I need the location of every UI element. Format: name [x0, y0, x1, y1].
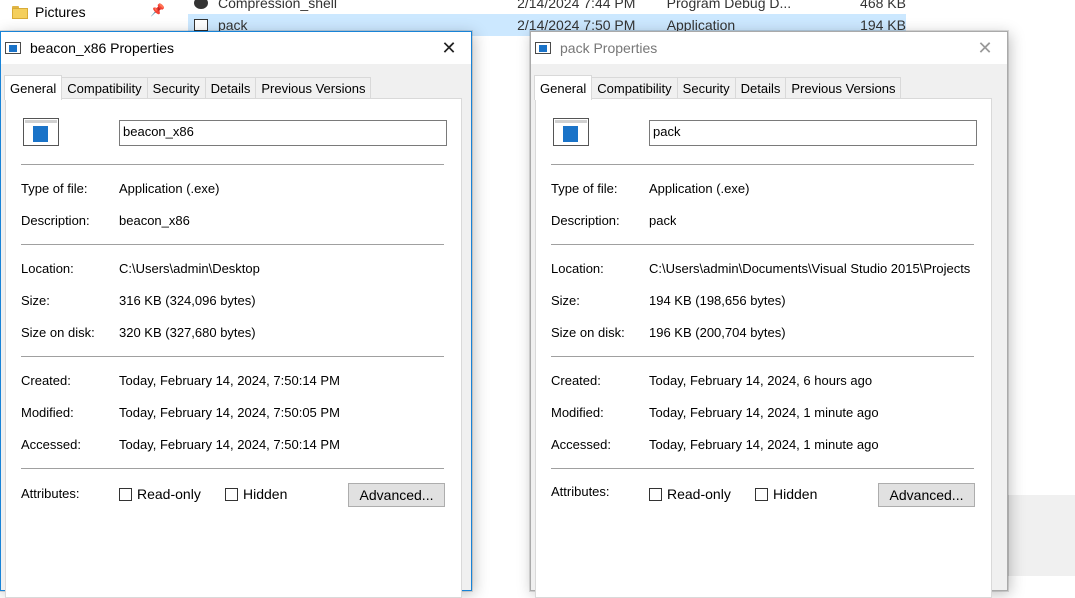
- properties-dialog-beacon: beacon_x86 Properties ✕ General Compatib…: [0, 31, 472, 598]
- accessed-label: Accessed:: [551, 437, 611, 452]
- pin-icon[interactable]: 📌: [150, 3, 165, 17]
- dialog-title: pack Properties: [560, 40, 658, 56]
- location-value: C:\Users\admin\Documents\Visual Studio 2…: [649, 261, 971, 276]
- size-on-disk-value: 320 KB (327,680 bytes): [119, 325, 256, 340]
- file-row[interactable]: Compression_shell 2/14/2024 7:44 PM Prog…: [188, 0, 906, 14]
- description-label: Description:: [21, 213, 90, 228]
- hidden-label: Hidden: [773, 486, 818, 502]
- readonly-checkbox[interactable]: Read-only: [119, 486, 201, 502]
- general-panel: pack Type of file: Application (.exe) De…: [535, 98, 992, 598]
- explorer-scroll-area: [1008, 495, 1075, 576]
- divider: [551, 468, 974, 469]
- size-value: 316 KB (324,096 bytes): [119, 293, 256, 308]
- created-value: Today, February 14, 2024, 6 hours ago: [649, 373, 873, 388]
- dialog-titlebar[interactable]: beacon_x86 Properties ✕: [1, 32, 471, 64]
- close-icon[interactable]: ✕: [427, 32, 471, 64]
- tab-security[interactable]: Security: [676, 77, 736, 99]
- description-label: Description:: [551, 213, 620, 228]
- attributes-label: Attributes:: [21, 486, 80, 501]
- divider: [21, 244, 444, 245]
- type-value: Application (.exe): [649, 181, 750, 196]
- dialog-title: beacon_x86 Properties: [30, 40, 174, 56]
- divider: [21, 164, 444, 165]
- hidden-checkbox[interactable]: Hidden: [225, 486, 287, 502]
- checkbox-box[interactable]: [649, 487, 662, 501]
- tab-bar: General Compatibility Security Details P…: [4, 75, 372, 100]
- modified-value: Today, February 14, 2024, 1 minute ago: [649, 405, 879, 420]
- divider: [551, 244, 974, 245]
- tab-general[interactable]: General: [534, 75, 593, 100]
- size-label: Size:: [551, 293, 580, 308]
- file-size: 468 KB: [860, 0, 906, 11]
- type-label: Type of file:: [21, 181, 88, 196]
- size-label: Size:: [21, 293, 50, 308]
- modified-label: Modified:: [21, 405, 74, 420]
- location-value: C:\Users\admin\Desktop: [119, 261, 260, 276]
- modified-label: Modified:: [551, 405, 604, 420]
- general-panel: beacon_x86 Type of file: Application (.e…: [5, 98, 462, 598]
- tab-previous-versions[interactable]: Previous Versions: [785, 77, 902, 99]
- divider: [551, 164, 974, 165]
- readonly-checkbox[interactable]: Read-only: [649, 486, 731, 502]
- application-icon: [553, 118, 589, 146]
- location-label: Location:: [551, 261, 604, 276]
- pdb-file-icon: [194, 0, 208, 9]
- created-value: Today, February 14, 2024, 7:50:14 PM: [119, 373, 340, 388]
- tab-bar: General Compatibility Security Details P…: [534, 75, 902, 100]
- location-label: Location:: [21, 261, 74, 276]
- readonly-label: Read-only: [137, 486, 201, 502]
- tab-security[interactable]: Security: [146, 77, 206, 99]
- application-icon: [23, 118, 59, 146]
- dialog-titlebar[interactable]: pack Properties ✕: [531, 32, 1007, 64]
- tab-previous-versions[interactable]: Previous Versions: [255, 77, 372, 99]
- size-on-disk-label: Size on disk:: [21, 325, 95, 340]
- description-value: pack: [649, 213, 677, 228]
- divider: [21, 468, 444, 469]
- created-label: Created:: [551, 373, 601, 388]
- type-value: Application (.exe): [119, 181, 220, 196]
- checkbox-box[interactable]: [119, 487, 132, 501]
- advanced-button[interactable]: Advanced...: [348, 483, 445, 507]
- readonly-label: Read-only: [667, 486, 731, 502]
- attributes-label: Attributes:: [551, 484, 610, 499]
- properties-dialog-pack: pack Properties ✕ General Compatibility …: [530, 31, 1008, 598]
- tab-compatibility[interactable]: Compatibility: [591, 77, 678, 99]
- tab-details[interactable]: Details: [204, 77, 257, 99]
- nav-item-label: Pictures: [35, 4, 86, 20]
- description-value: beacon_x86: [119, 213, 190, 228]
- hidden-checkbox[interactable]: Hidden: [755, 486, 817, 502]
- tab-general[interactable]: General: [4, 75, 63, 100]
- tab-details[interactable]: Details: [734, 77, 787, 99]
- hidden-label: Hidden: [243, 486, 288, 502]
- tab-compatibility[interactable]: Compatibility: [61, 77, 148, 99]
- folder-icon: [12, 5, 28, 19]
- divider: [21, 356, 444, 357]
- file-name-field[interactable]: beacon_x86: [119, 120, 447, 146]
- size-on-disk-value: 196 KB (200,704 bytes): [649, 325, 786, 340]
- close-icon[interactable]: ✕: [963, 32, 1007, 64]
- nav-item-pictures[interactable]: Pictures 📌: [12, 0, 177, 24]
- file-name-field[interactable]: pack: [649, 120, 977, 146]
- checkbox-box[interactable]: [225, 487, 238, 501]
- accessed-label: Accessed:: [21, 437, 81, 452]
- size-on-disk-label: Size on disk:: [551, 325, 625, 340]
- accessed-value: Today, February 14, 2024, 1 minute ago: [649, 437, 879, 452]
- modified-value: Today, February 14, 2024, 7:50:05 PM: [119, 405, 340, 420]
- app-window-icon: [5, 42, 21, 54]
- type-label: Type of file:: [551, 181, 618, 196]
- created-label: Created:: [21, 373, 71, 388]
- file-type: Program Debug D...: [666, 0, 792, 11]
- divider: [551, 356, 974, 357]
- app-window-icon: [535, 42, 551, 54]
- accessed-value: Today, February 14, 2024, 7:50:14 PM: [119, 437, 340, 452]
- checkbox-box[interactable]: [755, 487, 768, 501]
- file-name: Compression_shell: [217, 0, 338, 11]
- application-file-icon: [194, 19, 208, 31]
- file-date: 2/14/2024 7:44 PM: [517, 0, 636, 11]
- advanced-button[interactable]: Advanced...: [878, 483, 975, 507]
- size-value: 194 KB (198,656 bytes): [649, 293, 786, 308]
